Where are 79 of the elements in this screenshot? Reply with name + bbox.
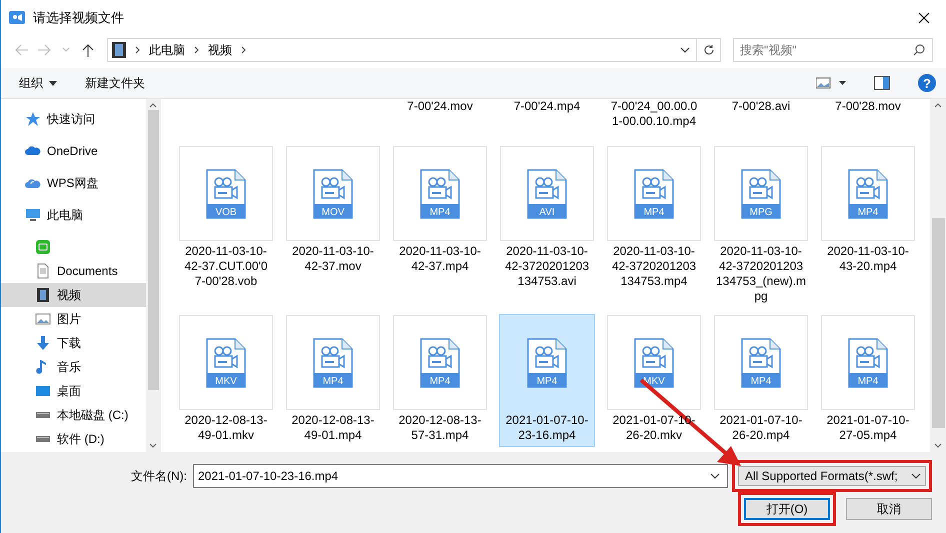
file-name: 7-00'24.mp4	[514, 99, 580, 115]
app-icon	[9, 11, 25, 25]
file-name-label: 文件名(N):	[131, 468, 188, 484]
desktop-icon	[35, 383, 51, 399]
download-icon	[35, 335, 51, 351]
caret-down-icon	[49, 80, 57, 86]
chevron-right-icon	[194, 46, 199, 54]
file-name: 7-00'28.avi	[732, 99, 790, 115]
video-file-icon: MPG	[741, 168, 781, 218]
search-icon	[913, 44, 925, 56]
video-file-icon: MP4	[420, 168, 460, 218]
file-name: 7-00'28.mov	[835, 99, 901, 115]
video-file-icon: MP4	[313, 338, 353, 388]
video-file-icon: MP4	[634, 168, 674, 218]
sidebar-item[interactable]: 下载	[1, 331, 146, 355]
preview-pane-icon[interactable]	[874, 76, 890, 90]
video-file-icon: VOB	[206, 168, 246, 218]
file-type-dropdown[interactable]: All Supported Formats(*.swf;	[738, 466, 926, 486]
video-file-icon: MOV	[313, 168, 353, 218]
video-file-icon: MP4	[848, 168, 888, 218]
sidebar-scrollbar[interactable]	[146, 99, 160, 452]
drive-icon	[35, 412, 51, 418]
video-file-icon: MP4	[527, 338, 567, 388]
drive-icon	[35, 436, 51, 442]
star-icon	[25, 111, 41, 127]
chevron-right-icon	[241, 46, 246, 54]
chevron-down-icon	[911, 473, 921, 479]
open-button[interactable]: 打开(O)	[744, 498, 830, 520]
scroll-up-icon	[934, 103, 942, 108]
chevron-down-icon	[680, 47, 690, 53]
cancel-button[interactable]: 取消	[846, 498, 932, 520]
scroll-down-icon	[934, 443, 942, 448]
film-icon	[112, 42, 126, 58]
sidebar-item[interactable]: Documents	[1, 259, 146, 283]
video-file-icon: MP4	[420, 338, 460, 388]
sidebar-item[interactable]: 视频	[1, 283, 146, 307]
sidebar-item[interactable]: WPS网盘	[1, 171, 146, 195]
content-scrollbar[interactable]	[930, 99, 946, 452]
file-name: 7-00'24_00.00.0 1-00.00.10.mp4	[610, 99, 698, 129]
sidebar-item[interactable]: OneDrive	[1, 139, 146, 163]
video-file-icon: MP4	[741, 338, 781, 388]
chevron-right-icon	[135, 46, 140, 54]
breadcrumb[interactable]: 视频	[208, 42, 232, 58]
sidebar-item[interactable]: 图片	[1, 307, 146, 331]
chevron-down-icon	[710, 473, 720, 479]
refresh-button[interactable]	[697, 38, 721, 62]
close-icon	[918, 12, 930, 24]
video-file-icon: MP4	[848, 338, 888, 388]
back-arrow-icon	[15, 44, 29, 56]
sidebar-item[interactable]: 音乐	[1, 355, 146, 379]
forward-arrow-icon	[37, 44, 51, 56]
help-button[interactable]: ?	[918, 74, 936, 92]
video-file-icon: AVI	[527, 168, 567, 218]
film-icon	[35, 287, 51, 303]
scroll-up-icon	[149, 103, 157, 108]
file-name-field[interactable]: 2021-01-07-10-23-16.mp4	[193, 464, 728, 488]
breadcrumb[interactable]: 此电脑	[149, 42, 185, 58]
file-item[interactable]: MP4 2021-01-07-10- 23-16.mp4	[499, 314, 595, 447]
document-icon	[35, 263, 51, 279]
sidebar-item[interactable]: 快速访问	[1, 107, 146, 131]
scroll-down-icon	[149, 443, 157, 448]
sidebar-item[interactable]: 软件 (D:)	[1, 427, 146, 451]
search-field[interactable]: 搜索"视频"	[733, 38, 933, 62]
new-folder-button[interactable]: 新建文件夹	[85, 74, 145, 92]
file-name: 7-00'24.mov	[407, 99, 473, 115]
app-icon	[35, 239, 51, 255]
video-file-icon: MKV	[206, 338, 246, 388]
refresh-icon	[702, 44, 714, 56]
computer-icon	[25, 207, 41, 223]
view-options-icon[interactable]	[816, 77, 846, 89]
sidebar-item[interactable]: 此电脑	[1, 203, 146, 227]
picture-icon	[35, 311, 51, 327]
sidebar-item[interactable]: 桌面	[1, 379, 146, 403]
window-title: 请选择视频文件	[33, 9, 125, 27]
chevron-down-icon	[62, 47, 70, 53]
up-arrow-icon	[82, 43, 94, 57]
address-bar[interactable]: 此电脑 视频	[107, 38, 697, 62]
organize-menu-button[interactable]: 组织	[19, 74, 57, 92]
sidebar-item[interactable]: 本地磁盘 (C:)	[1, 403, 146, 427]
